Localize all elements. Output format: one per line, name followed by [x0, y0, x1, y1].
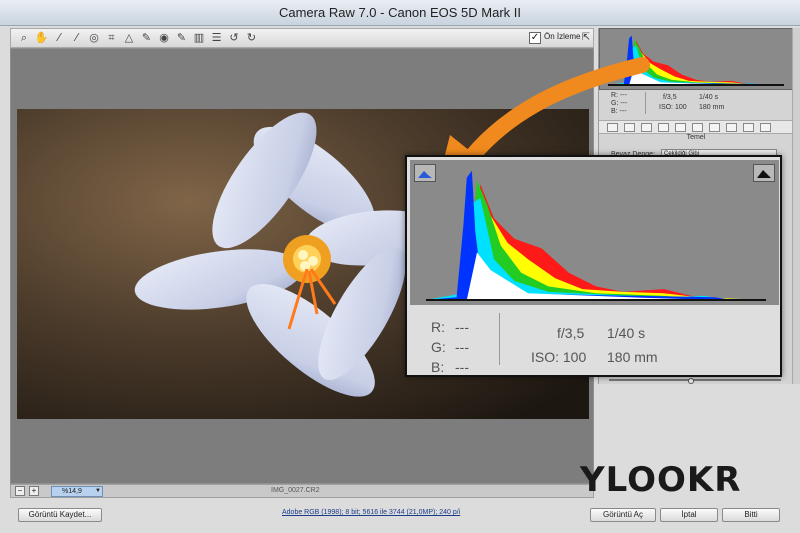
graduated-filter-icon[interactable]: ▥ [192, 31, 206, 45]
panel-tab-icon[interactable] [726, 123, 737, 132]
panel-tab-icon[interactable] [675, 123, 686, 132]
open-image-button[interactable]: Görüntü Aç [590, 508, 656, 522]
aperture-readout: f/3,5 [557, 325, 585, 341]
highlight-clipping-icon [757, 170, 771, 178]
callout-info-readout: R: --- G: --- B: --- f/3,5 1/40 s ISO: 1… [407, 307, 780, 375]
straighten-tool-icon[interactable]: △ [122, 31, 136, 45]
shutter-readout: 1/40 s [607, 325, 646, 341]
large-histogram [410, 160, 779, 305]
adjustment-slider-thumb[interactable] [688, 378, 694, 384]
spot-removal-tool-icon[interactable]: ✎ [140, 31, 154, 45]
red-eye-tool-icon[interactable]: ◉ [157, 31, 171, 45]
iso-readout: ISO: 100 [531, 349, 587, 365]
zoom-tool-icon[interactable]: ⌕ [17, 31, 31, 45]
preview-checkbox[interactable]: ✓ [529, 32, 541, 44]
panel-tab-icon[interactable] [743, 123, 754, 132]
histogram-zoom-callout: R: --- G: --- B: --- f/3,5 1/40 s ISO: 1… [405, 155, 782, 377]
g-label: G: [431, 339, 446, 355]
focal-length-readout: 180 mm [607, 349, 658, 365]
mini-shutter: 1/40 s [699, 94, 719, 101]
zoom-in-button[interactable]: + [29, 486, 39, 496]
window-title: Camera Raw 7.0 - Canon EOS 5D Mark II [0, 0, 800, 26]
chevron-down-icon: ▼ [95, 488, 101, 494]
callout-info-divider [499, 313, 500, 365]
adjustment-slider-track[interactable] [609, 379, 781, 381]
panel-tab-icon[interactable] [692, 123, 703, 132]
zoom-level-select[interactable]: %14,9 ▼ [51, 486, 103, 497]
hand-tool-icon[interactable]: ✋ [35, 31, 49, 45]
shadow-clipping-warning-button[interactable] [414, 164, 436, 182]
mini-focal: 180 mm [699, 104, 725, 111]
adjustment-brush-icon[interactable]: ✎ [175, 31, 189, 45]
r-value: --- [455, 319, 469, 335]
workflow-options-link[interactable]: Adobe RGB (1998); 8 bit; 5616 ile 3744 (… [282, 509, 460, 516]
zoom-level-value: %14,9 [62, 488, 82, 495]
panel-tab-icon[interactable] [709, 123, 720, 132]
panel-scrollbar[interactable] [792, 28, 800, 384]
preferences-icon[interactable]: ☰ [210, 31, 224, 45]
rotate-right-icon[interactable]: ↻ [245, 31, 259, 45]
color-sampler-tool-icon[interactable]: ⁄ [70, 31, 84, 45]
shadow-clipping-icon [418, 171, 432, 178]
g-value: --- [455, 339, 469, 355]
cancel-button[interactable]: İptal [660, 508, 718, 522]
crop-tool-icon[interactable]: ⌗ [105, 31, 119, 45]
r-label: R: [431, 319, 445, 335]
panel-tab-icon[interactable] [760, 123, 771, 132]
rotate-left-icon[interactable]: ↺ [227, 31, 241, 45]
ylookr-watermark-logo: YLOOKR [580, 460, 742, 500]
tool-bar: ✓ Ön İzleme ⇱ ⌕ ✋ ⁄ ⁄ ◎ ⌗ △ ✎ ◉ ✎ ▥ ☰ ↺ ↻ [10, 28, 594, 48]
file-name: IMG_0027.CR2 [271, 487, 320, 494]
large-histogram-graph [426, 170, 766, 301]
zoom-out-button[interactable]: − [15, 486, 25, 496]
status-bar: − + %14,9 ▼ IMG_0027.CR2 [10, 484, 594, 498]
save-image-button[interactable]: Görüntü Kaydet... [18, 508, 102, 522]
done-button[interactable]: Bitti [722, 508, 780, 522]
fullscreen-icon[interactable]: ⇱ [579, 31, 593, 45]
highlight-clipping-warning-button[interactable] [753, 164, 775, 182]
b-value: --- [455, 359, 469, 375]
white-balance-tool-icon[interactable]: ⁄ [52, 31, 66, 45]
b-label: B: [431, 359, 445, 375]
targeted-adjustment-tool-icon[interactable]: ◎ [87, 31, 101, 45]
preview-label: Ön İzleme [544, 32, 581, 41]
